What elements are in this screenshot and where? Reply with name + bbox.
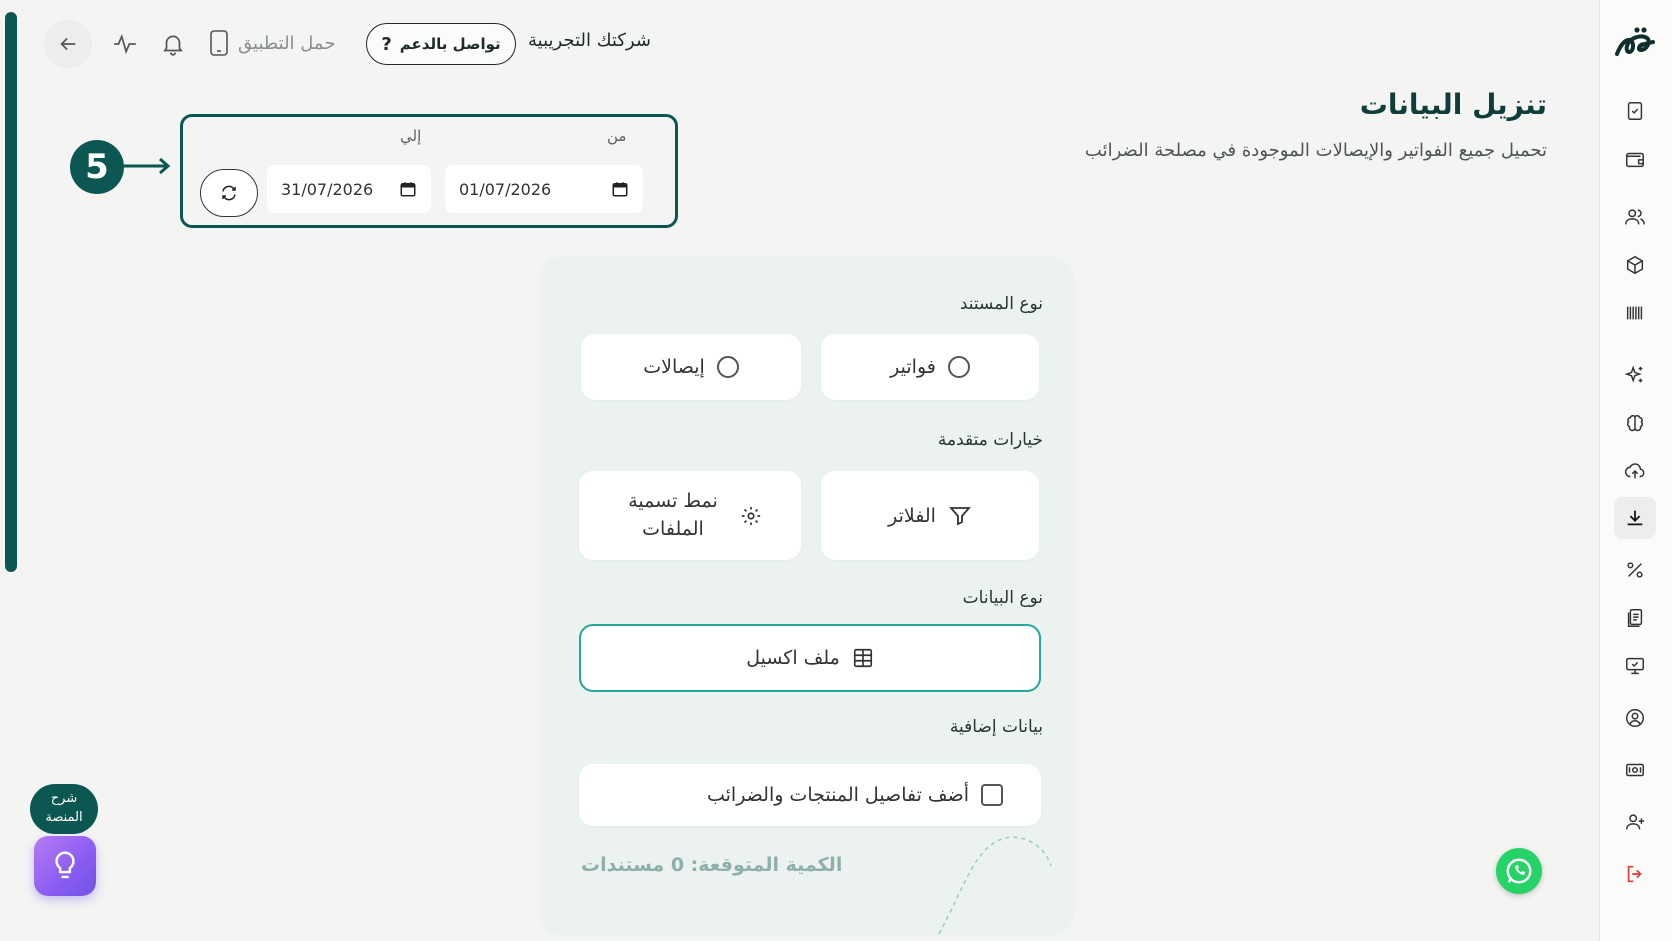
data-type-label: نوع البيانات bbox=[962, 588, 1043, 608]
wallet-icon[interactable] bbox=[1618, 142, 1652, 176]
download-options-card: نوع المستند فواتير إيصالات خيارات متقدمة… bbox=[539, 256, 1075, 936]
percent-icon[interactable] bbox=[1618, 553, 1652, 587]
platform-guide-bubble[interactable]: شرح المنصة bbox=[30, 784, 98, 834]
cash-icon[interactable] bbox=[1618, 753, 1652, 787]
page-subtitle: تحميل جميع الفواتير والإيصالات الموجودة … bbox=[1084, 140, 1547, 161]
naming-pattern-button[interactable]: نمط تسمية الملفات bbox=[579, 471, 801, 560]
help-lightbulb-button[interactable] bbox=[34, 836, 96, 896]
to-date-value: 31/07/2026 bbox=[281, 179, 374, 199]
sparkles-icon[interactable] bbox=[1618, 358, 1652, 392]
sidebar bbox=[1599, 0, 1672, 941]
doc-type-receipts[interactable]: إيصالات bbox=[581, 334, 801, 400]
receipts-label: إيصالات bbox=[643, 356, 705, 378]
company-name: شركتك التجريبية bbox=[528, 30, 651, 51]
naming-pattern-label: نمط تسمية الملفات bbox=[628, 489, 718, 540]
page-title: تنزيل البيانات bbox=[1359, 88, 1547, 121]
refresh-button[interactable] bbox=[200, 169, 258, 217]
gear-icon bbox=[741, 506, 761, 525]
extra-data-label: بيانات إضافية bbox=[949, 717, 1043, 737]
refresh-icon bbox=[222, 185, 236, 201]
expected-count: الكمية المتوقعة: 0 مستندات bbox=[581, 854, 843, 876]
user-plus-icon[interactable] bbox=[1618, 805, 1652, 839]
document-type-label: نوع المستند bbox=[959, 294, 1043, 314]
receipts-icon[interactable] bbox=[1618, 601, 1652, 635]
user-circle-icon[interactable] bbox=[1618, 701, 1652, 735]
barcode-icon[interactable] bbox=[1618, 296, 1652, 330]
back-arrow-icon bbox=[60, 37, 76, 51]
from-date-input[interactable]: 01/07/2026 bbox=[445, 165, 643, 213]
step-arrow-icon bbox=[124, 157, 171, 175]
from-date-value: 01/07/2026 bbox=[459, 179, 552, 199]
calendar-icon bbox=[400, 182, 416, 197]
download-icon[interactable] bbox=[1614, 497, 1656, 539]
activity-icon[interactable] bbox=[110, 29, 140, 59]
date-range-filter: من إلي 01/07/2026 31/07/2026 bbox=[180, 114, 678, 228]
invoices-label: فواتير bbox=[890, 356, 936, 378]
invoice-check-icon[interactable] bbox=[1618, 94, 1652, 128]
decorative-curve bbox=[938, 836, 1052, 935]
cloud-upload-icon[interactable] bbox=[1618, 454, 1652, 488]
filter-icon bbox=[948, 506, 971, 525]
invoices-radio[interactable] bbox=[947, 356, 970, 378]
phone-icon bbox=[210, 30, 228, 56]
question-icon: ? bbox=[381, 33, 392, 55]
step-badge: 5 bbox=[70, 140, 124, 194]
users-icon[interactable] bbox=[1618, 200, 1652, 234]
back-button[interactable] bbox=[44, 20, 92, 68]
download-app-label: حمل التطبيق bbox=[238, 32, 336, 54]
monitor-check-icon[interactable] bbox=[1618, 649, 1652, 683]
calendar-icon bbox=[612, 182, 628, 197]
support-label: تواصل بالدعم bbox=[399, 35, 501, 53]
advanced-options-label: خيارات متقدمة bbox=[937, 430, 1043, 450]
extra-data-checkbox-label: أضف تفاصيل المنتجات والضرائب bbox=[706, 784, 969, 806]
box-icon[interactable] bbox=[1618, 248, 1652, 282]
download-app-link[interactable]: حمل التطبيق bbox=[208, 28, 335, 58]
doc-type-invoices[interactable]: فواتير bbox=[821, 334, 1039, 400]
filters-button[interactable]: الفلاتر bbox=[821, 471, 1039, 560]
logout-icon[interactable] bbox=[1618, 857, 1652, 891]
support-button[interactable]: تواصل بالدعم ? bbox=[366, 23, 516, 65]
extra-data-option[interactable]: أضف تفاصيل المنتجات والضرائب bbox=[579, 764, 1041, 826]
bell-icon[interactable] bbox=[158, 29, 188, 59]
left-accent-bar bbox=[5, 12, 17, 572]
app-logo bbox=[1615, 27, 1655, 56]
lightbulb-icon bbox=[55, 851, 75, 879]
extra-data-checkbox[interactable] bbox=[981, 784, 1003, 806]
to-date-input[interactable]: 31/07/2026 bbox=[267, 165, 431, 213]
table-icon bbox=[853, 648, 872, 668]
from-label: من bbox=[607, 127, 627, 145]
excel-file-option[interactable]: ملف اكسيل bbox=[579, 624, 1041, 692]
excel-label: ملف اكسيل bbox=[746, 647, 840, 669]
whatsapp-button[interactable] bbox=[1496, 848, 1542, 894]
filters-label: الفلاتر bbox=[888, 504, 936, 527]
brain-icon[interactable] bbox=[1618, 406, 1652, 440]
whatsapp-icon bbox=[1506, 858, 1532, 884]
receipts-radio[interactable] bbox=[716, 356, 739, 378]
to-label: إلي bbox=[400, 127, 422, 145]
platform-guide-label: شرح المنصة bbox=[45, 791, 83, 825]
